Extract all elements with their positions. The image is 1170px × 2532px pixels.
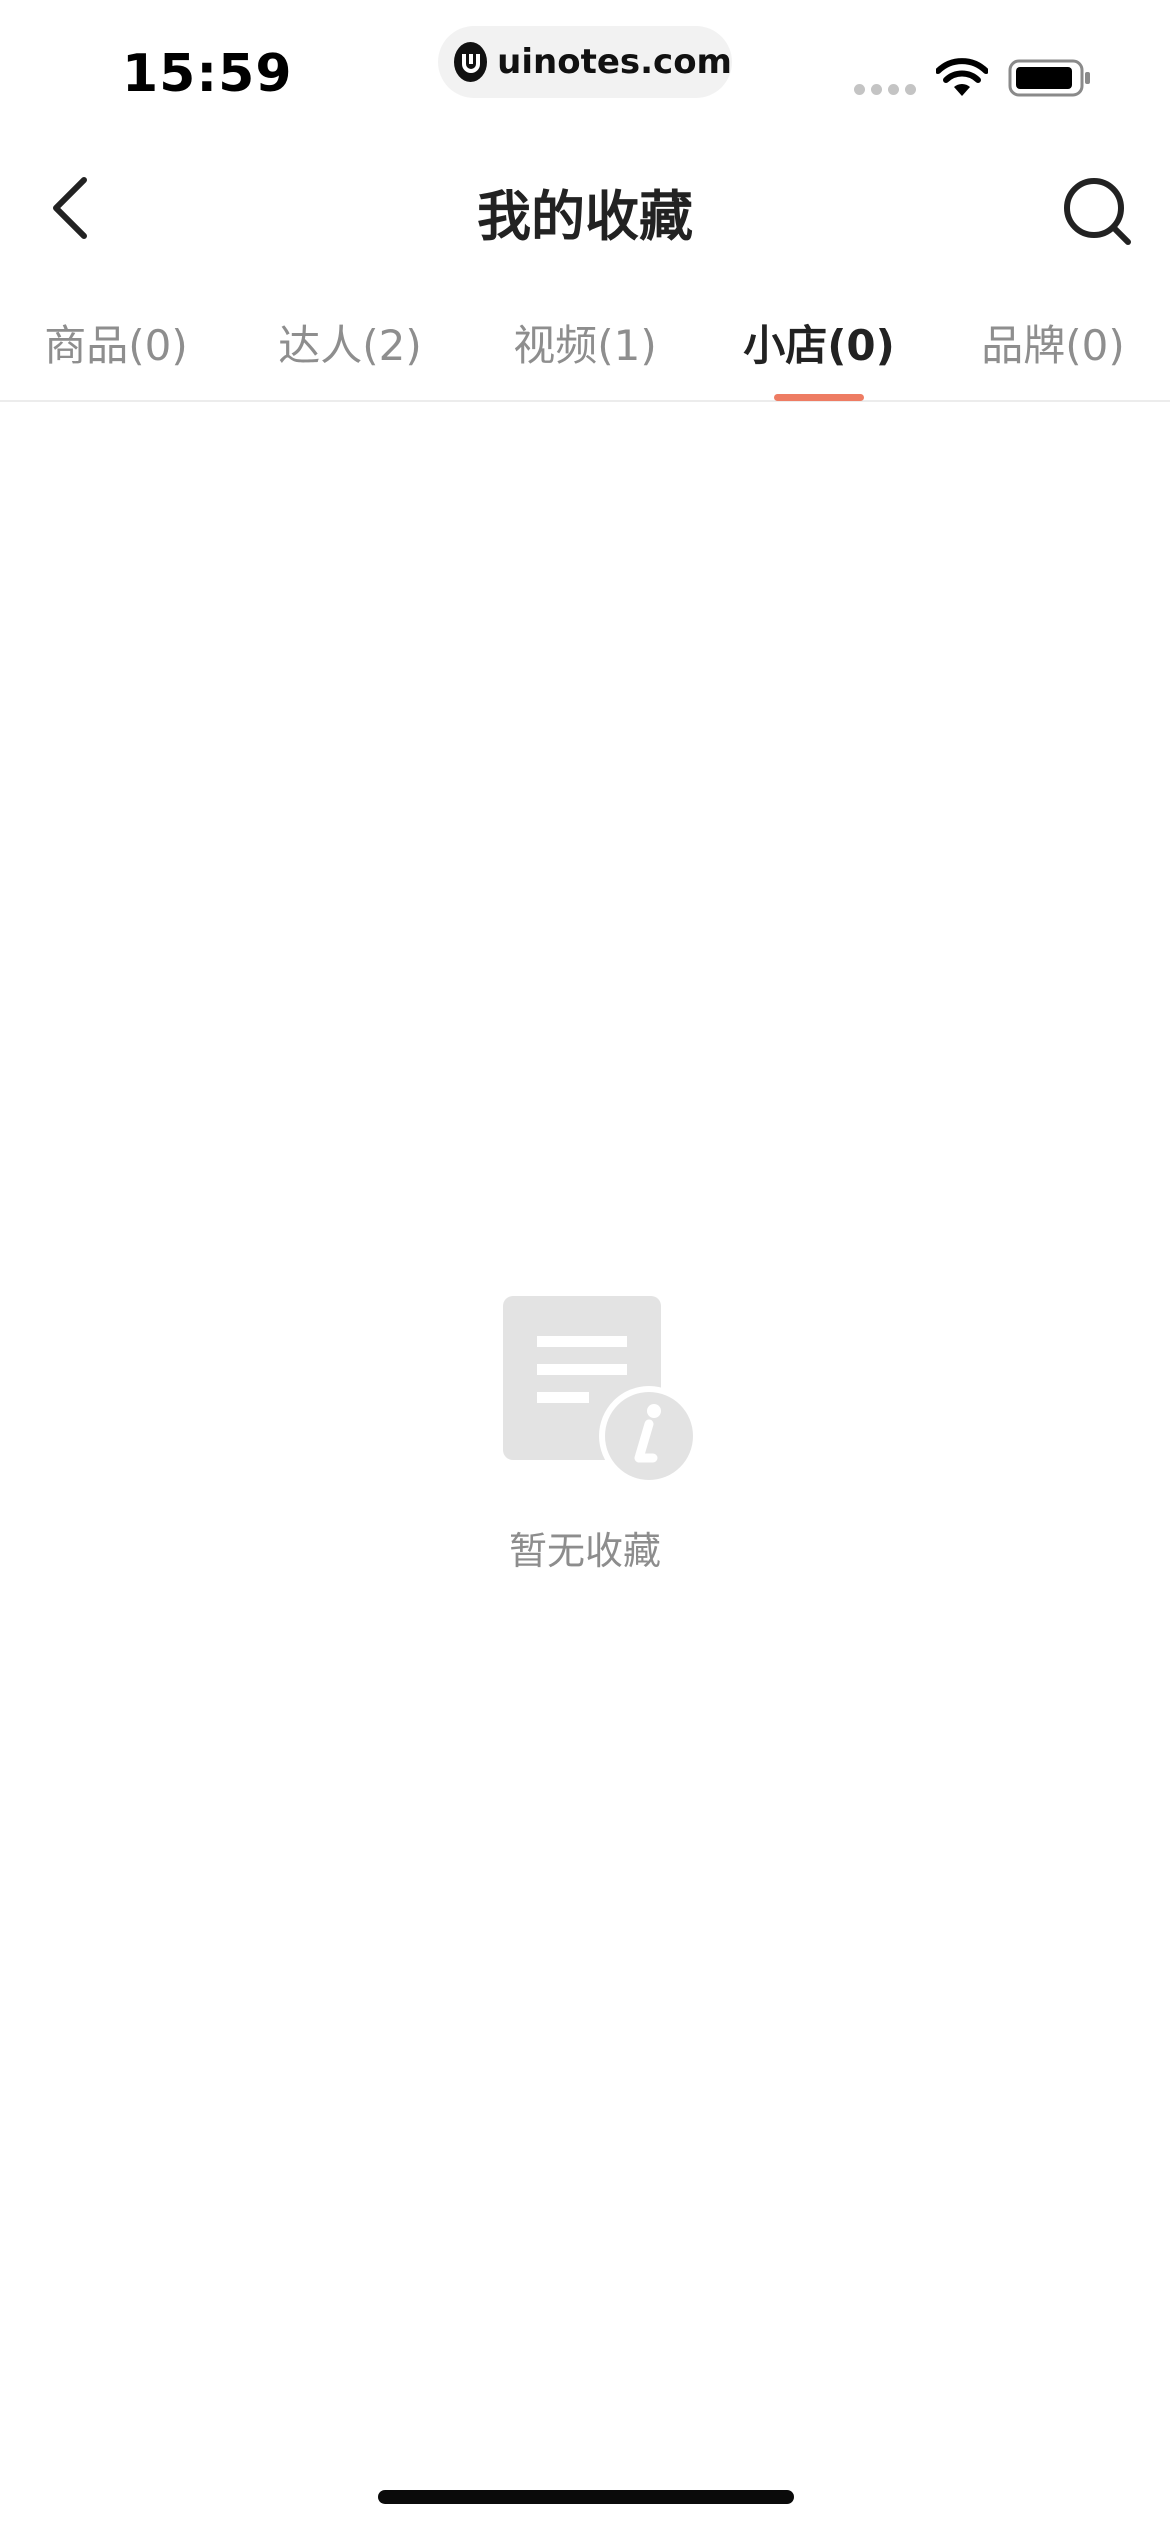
search-button[interactable] bbox=[1058, 172, 1138, 252]
screen: 15:59 uinotes.com 我的收藏 商品(0) 达人(2) 视频(1)… bbox=[0, 0, 1170, 2532]
uinotes-logo-icon bbox=[454, 42, 488, 82]
tab-products[interactable]: 商品(0) bbox=[44, 312, 188, 373]
home-indicator[interactable] bbox=[378, 2490, 794, 2504]
active-tab-indicator bbox=[774, 394, 864, 401]
search-icon bbox=[1064, 178, 1131, 245]
nav-bar: 我的收藏 bbox=[0, 140, 1170, 276]
tab-brands[interactable]: 品牌(0) bbox=[981, 312, 1125, 373]
status-time: 15:59 bbox=[122, 44, 293, 104]
wifi-icon bbox=[936, 58, 988, 96]
tab-shops[interactable]: 小店(0) bbox=[743, 312, 895, 373]
battery-icon bbox=[1008, 59, 1090, 97]
tab-bar: 商品(0) 达人(2) 视频(1) 小店(0) 品牌(0) bbox=[0, 276, 1170, 402]
tab-videos[interactable]: 视频(1) bbox=[513, 312, 657, 373]
cellular-signal-icon bbox=[854, 84, 916, 95]
page-title: 我的收藏 bbox=[477, 185, 693, 248]
status-bar: 15:59 uinotes.com bbox=[0, 0, 1170, 140]
empty-state-text: 暂无收藏 bbox=[508, 1529, 661, 1573]
url-pill[interactable]: uinotes.com bbox=[438, 26, 732, 98]
url-text: uinotes.com bbox=[497, 42, 732, 82]
document-info-icon bbox=[503, 1296, 697, 1484]
tab-influencers[interactable]: 达人(2) bbox=[278, 312, 422, 373]
